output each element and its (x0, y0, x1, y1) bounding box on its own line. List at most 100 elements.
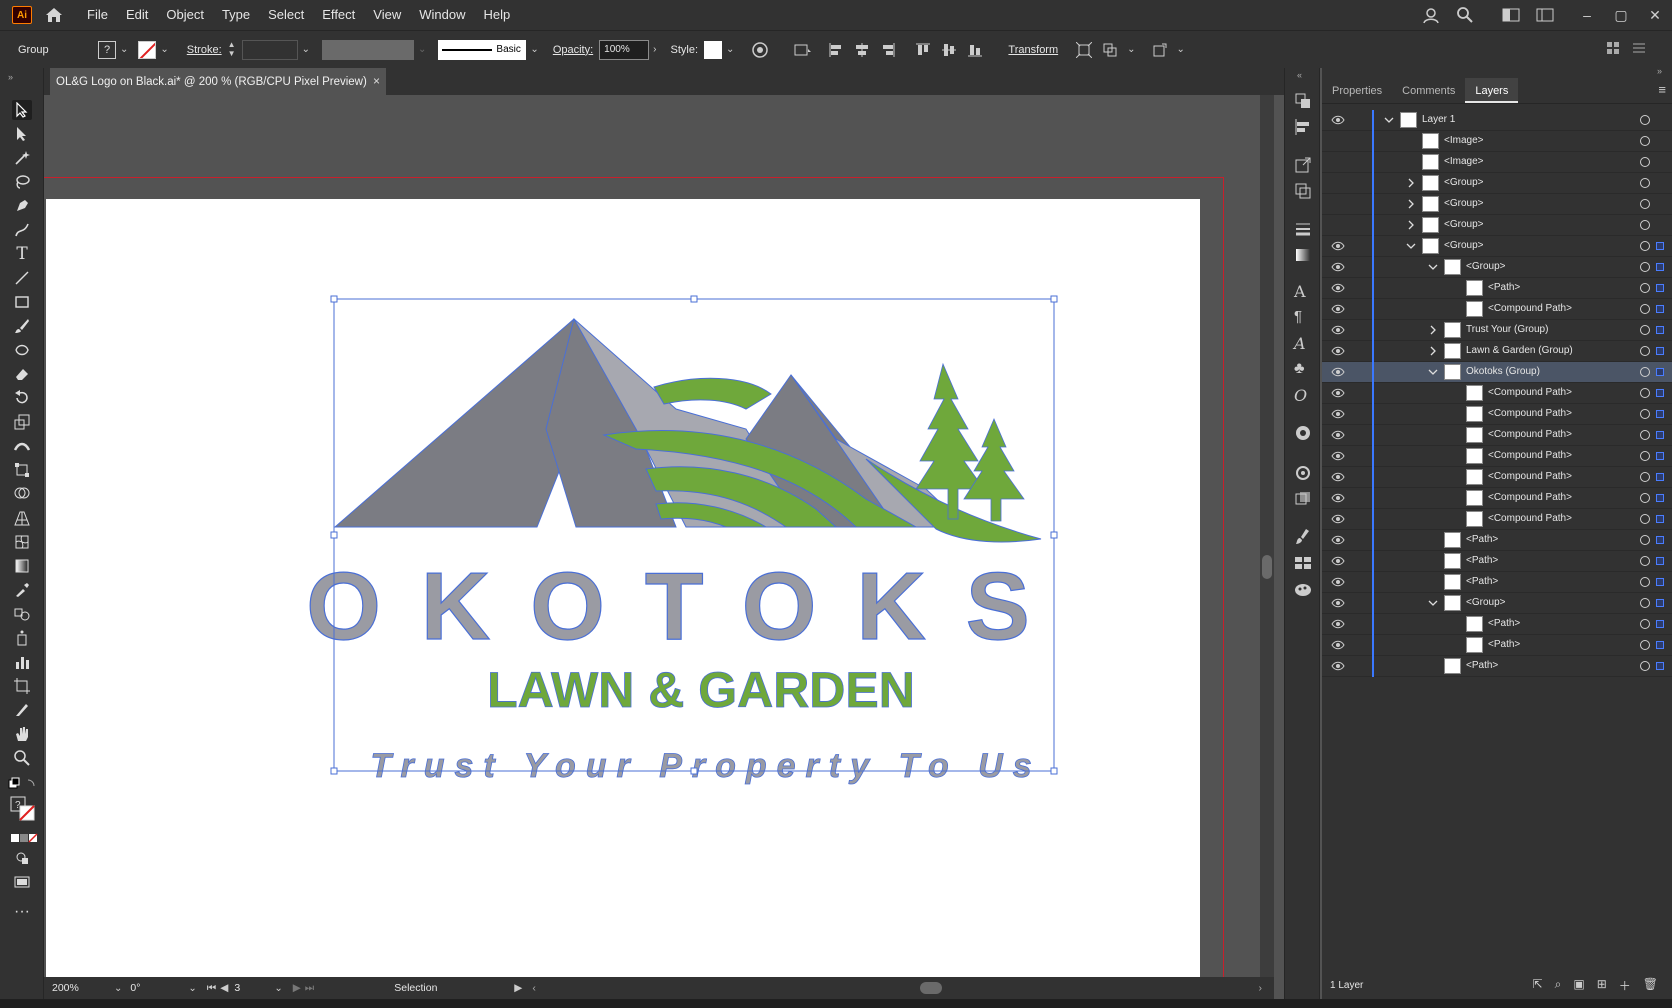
eye-icon[interactable] (1331, 345, 1345, 357)
variable-width-profile[interactable] (322, 39, 415, 60)
new-layer-icon[interactable]: ＋ (1619, 977, 1631, 994)
align-bottom-icon[interactable] (967, 42, 983, 58)
locate-object-icon[interactable]: ⌕ (1555, 977, 1562, 994)
shape-mode-icon[interactable] (1102, 42, 1118, 58)
target-circle-icon[interactable] (1640, 367, 1650, 377)
scale-tool-icon[interactable] (12, 412, 32, 432)
collapse-icon[interactable]: » (8, 72, 13, 82)
target-circle-icon[interactable] (1640, 430, 1650, 440)
layer-name[interactable]: <Compound Path> (1488, 387, 1572, 398)
chevron-down-icon[interactable]: ⌄ (1177, 44, 1185, 55)
target-circle-icon[interactable] (1640, 493, 1650, 503)
eye-icon[interactable] (1331, 534, 1345, 546)
perspective-grid-icon[interactable] (12, 508, 32, 528)
eye-icon[interactable] (1331, 492, 1345, 504)
opentype-panel-icon[interactable]: O (1294, 386, 1312, 405)
layer-name[interactable]: <Compound Path> (1488, 408, 1572, 419)
align-right-icon[interactable] (880, 42, 896, 58)
layer-row[interactable]: <Path> (1322, 278, 1672, 299)
selection-indicator[interactable] (1656, 620, 1664, 628)
color-mode-icon[interactable] (10, 828, 38, 848)
chevron-down-icon[interactable] (1384, 115, 1394, 125)
horizontal-scrollbar[interactable] (920, 982, 942, 994)
home-icon[interactable] (44, 6, 64, 24)
tab-layers[interactable]: Layers (1465, 78, 1519, 103)
target-circle-icon[interactable] (1640, 304, 1650, 314)
layer-name[interactable]: <Path> (1488, 639, 1520, 650)
logo-artwork[interactable]: OKOTOKS LAWN & GARDEN Trust Your Propert… (46, 199, 1200, 978)
brushes-panel-icon[interactable] (1294, 528, 1312, 546)
panel-options-icon[interactable] (1631, 40, 1647, 56)
eye-icon[interactable] (1331, 429, 1345, 441)
chevron-down-icon[interactable]: ⌄ (114, 983, 122, 994)
layer-name[interactable]: <Path> (1466, 576, 1498, 587)
mesh-tool-icon[interactable] (12, 532, 32, 552)
canvas[interactable]: OKOTOKS LAWN & GARDEN Trust Your Propert… (44, 95, 1272, 978)
chevron-down-icon[interactable]: ⌄ (302, 44, 310, 55)
rectangle-tool-icon[interactable] (12, 292, 32, 312)
chevron-down-icon[interactable]: ⌄ (120, 44, 128, 55)
previous-artboard-icon[interactable]: ◀ (220, 982, 228, 994)
target-circle-icon[interactable] (1640, 346, 1650, 356)
blend-tool-icon[interactable] (12, 604, 32, 624)
layer-row[interactable]: Lawn & Garden (Group) (1322, 341, 1672, 362)
layer-row[interactable]: <Compound Path> (1322, 509, 1672, 530)
type-tool-icon[interactable]: T (12, 244, 32, 264)
recolor-icon[interactable] (752, 41, 769, 58)
brush-definition[interactable]: Basic (438, 39, 527, 60)
swatches-panel-icon[interactable] (1294, 554, 1312, 572)
selection-indicator[interactable] (1656, 494, 1664, 502)
zoom-field[interactable]: 200% (52, 982, 110, 994)
layer-name[interactable]: <Path> (1488, 282, 1520, 293)
chevron-right-icon[interactable] (1428, 346, 1438, 356)
appearance-panel-icon[interactable] (1294, 424, 1312, 442)
eye-icon[interactable] (1331, 576, 1345, 588)
fill-swatch[interactable]: ? (98, 40, 116, 59)
transform-button[interactable]: Transform (1008, 44, 1058, 56)
symbol-sprayer-icon[interactable] (12, 628, 32, 648)
target-circle-icon[interactable] (1640, 640, 1650, 650)
column-graph-icon[interactable] (12, 652, 32, 672)
chevron-down-icon[interactable]: ⌄ (274, 983, 282, 994)
chevron-down-icon[interactable] (1428, 598, 1438, 608)
first-artboard-icon[interactable]: ⏮ (207, 982, 216, 995)
eye-icon[interactable] (1331, 408, 1345, 420)
scroll-thumb[interactable] (1262, 555, 1272, 579)
chevron-right-icon[interactable] (1406, 178, 1416, 188)
layer-name[interactable]: Layer 1 (1422, 114, 1455, 125)
tab-properties[interactable]: Properties (1322, 78, 1392, 103)
selection-indicator[interactable] (1656, 242, 1664, 250)
layer-row[interactable]: <Group> (1322, 257, 1672, 278)
align-top-icon[interactable] (915, 42, 931, 58)
eye-icon[interactable] (1331, 597, 1345, 609)
chevron-down-icon[interactable]: ⌄ (1127, 44, 1135, 55)
layer-name[interactable]: <Path> (1488, 618, 1520, 629)
layer-name[interactable]: <Group> (1444, 219, 1483, 230)
layer-name[interactable]: <Group> (1444, 177, 1483, 188)
selection-indicator[interactable] (1656, 599, 1664, 607)
layer-name[interactable]: Okotoks (Group) (1466, 366, 1540, 377)
menu-select[interactable]: Select (259, 0, 313, 30)
chevron-right-icon[interactable] (1406, 220, 1416, 230)
menu-type[interactable]: Type (213, 0, 259, 30)
target-circle-icon[interactable] (1640, 220, 1650, 230)
layer-row[interactable]: <Group> (1322, 236, 1672, 257)
maximize-icon[interactable]: ▢ (1610, 6, 1632, 24)
layer-row[interactable]: <Compound Path> (1322, 446, 1672, 467)
document-tab[interactable]: OL&G Logo on Black.ai* @ 200 % (RGB/CPU … (50, 68, 386, 95)
minimize-icon[interactable]: – (1576, 6, 1598, 24)
eye-icon[interactable] (1331, 450, 1345, 462)
stroke-panel-icon[interactable] (1294, 220, 1312, 238)
eyedropper-icon[interactable] (12, 580, 32, 600)
eye-icon[interactable] (1331, 324, 1345, 336)
scroll-left-icon[interactable]: ‹ (532, 982, 536, 994)
last-artboard-icon[interactable]: ⏭ (305, 982, 314, 995)
menu-view[interactable]: View (364, 0, 410, 30)
eye-icon[interactable] (1331, 618, 1345, 630)
character-panel-icon[interactable]: A (1294, 282, 1312, 301)
align-left-icon[interactable] (828, 42, 844, 58)
layer-name[interactable]: <Compound Path> (1488, 471, 1572, 482)
eraser-icon[interactable] (12, 364, 32, 384)
target-circle-icon[interactable] (1640, 262, 1650, 272)
target-circle-icon[interactable] (1640, 451, 1650, 461)
